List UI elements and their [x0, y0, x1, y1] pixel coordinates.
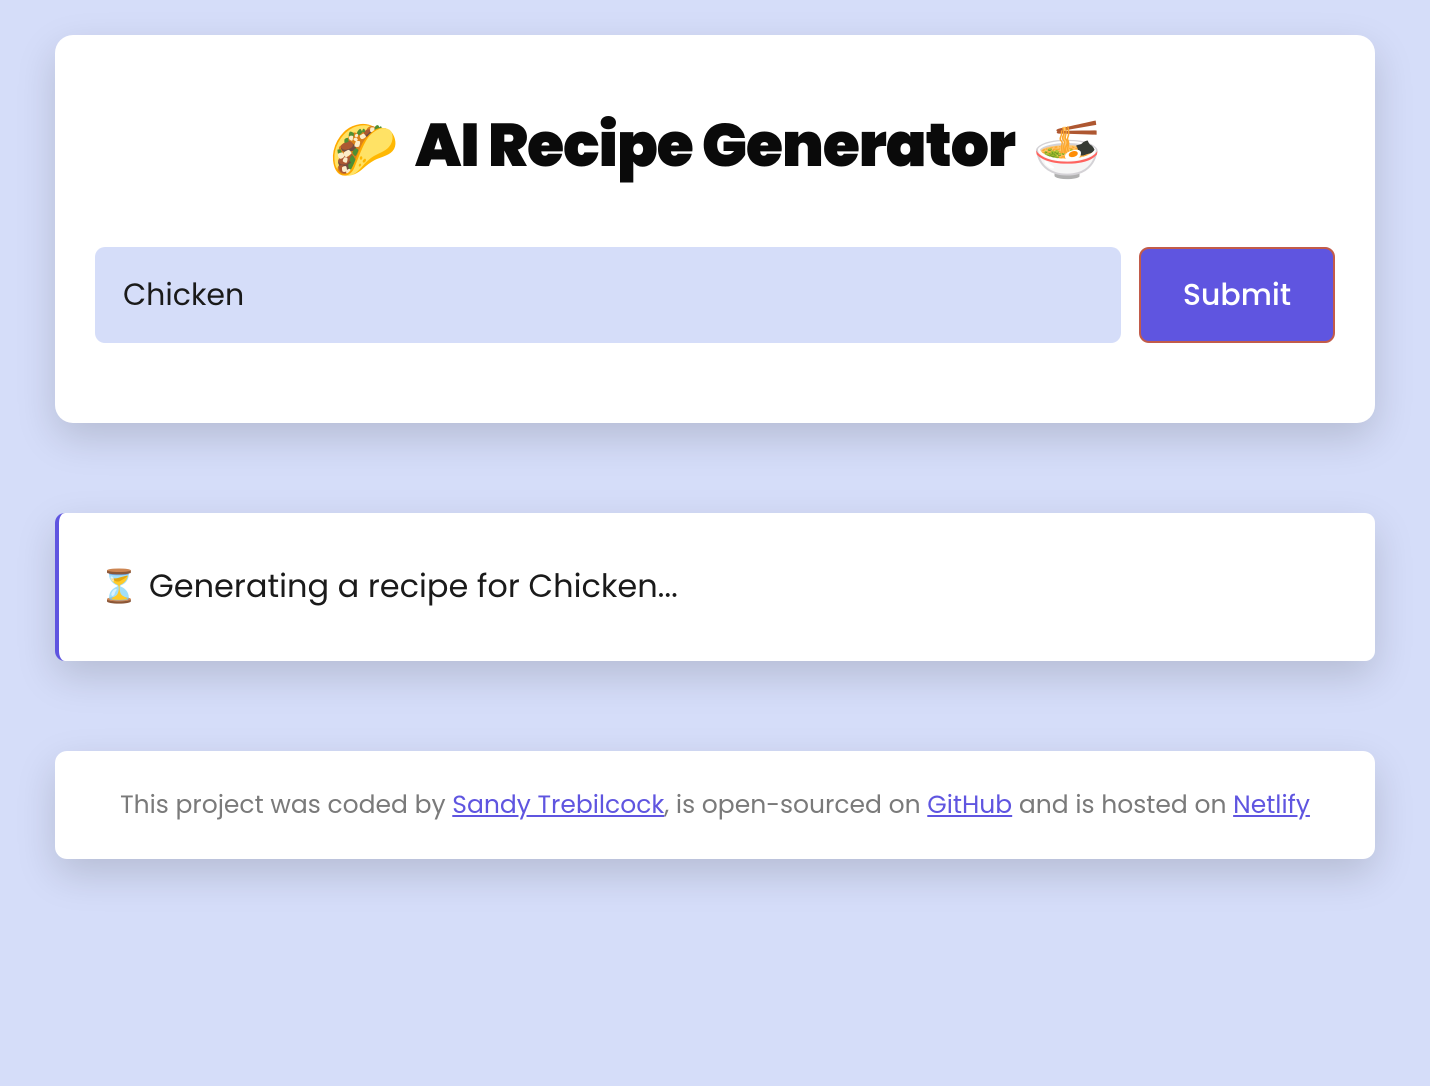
netlify-link[interactable]: Netlify: [1233, 787, 1310, 822]
github-link[interactable]: GitHub: [927, 787, 1012, 822]
author-link[interactable]: Sandy Trebilcock: [452, 787, 664, 822]
footer-prefix: This project was coded by: [120, 787, 452, 822]
status-text: Generating a recipe for Chicken...: [149, 564, 678, 609]
noodle-bowl-icon: 🍜: [1032, 110, 1101, 189]
header-card: 🌮 AI Recipe Generator 🍜 Submit: [55, 35, 1375, 423]
status-card: ⏳Generating a recipe for Chicken...: [55, 513, 1375, 661]
taco-icon: 🌮: [329, 110, 398, 189]
status-message: ⏳Generating a recipe for Chicken...: [99, 563, 1335, 611]
footer-mid2: and is hosted on: [1012, 787, 1233, 822]
footer-mid1: , is open-sourced on: [664, 787, 927, 822]
recipe-form: Submit: [95, 247, 1335, 343]
hourglass-icon: ⏳: [99, 564, 139, 609]
ingredient-input[interactable]: [95, 247, 1121, 343]
footer-text: This project was coded by Sandy Trebilco…: [95, 786, 1335, 824]
title-text: AI Recipe Generator: [415, 103, 1015, 187]
submit-button[interactable]: Submit: [1139, 247, 1335, 343]
page-title: 🌮 AI Recipe Generator 🍜: [95, 100, 1335, 192]
footer-card: This project was coded by Sandy Trebilco…: [55, 751, 1375, 859]
